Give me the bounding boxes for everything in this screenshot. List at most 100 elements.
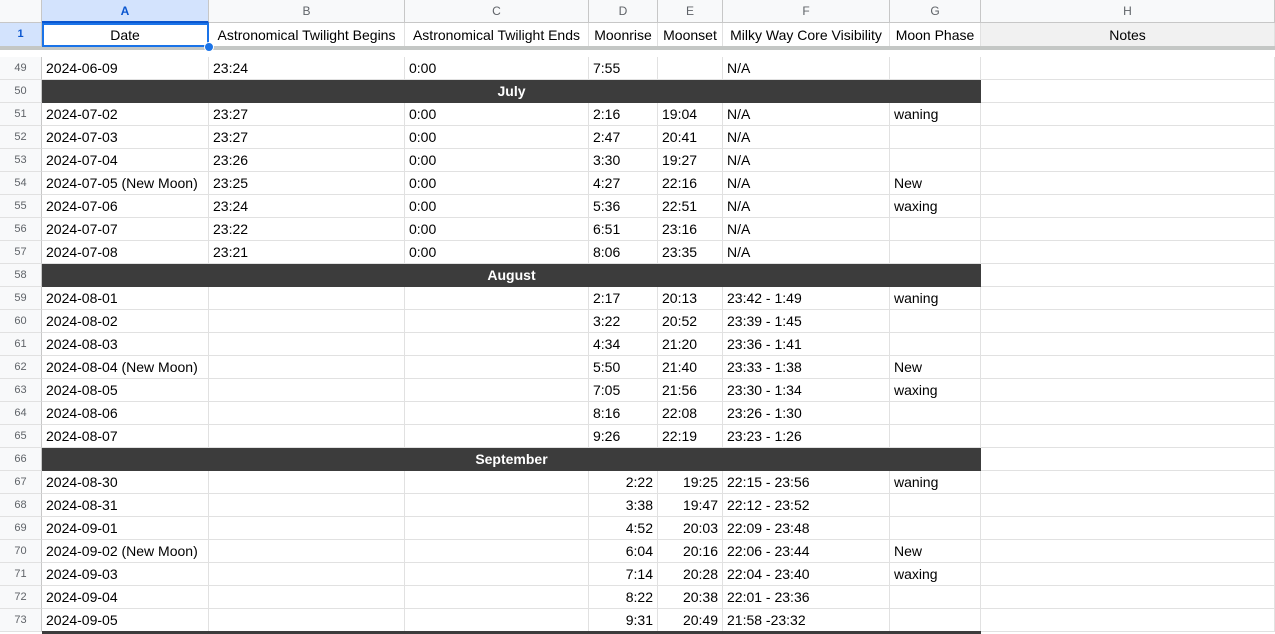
cell-e[interactable]: 20:13: [658, 287, 723, 310]
row-number[interactable]: 63: [0, 379, 42, 402]
row-number[interactable]: 58: [0, 264, 42, 287]
cell-h[interactable]: [981, 310, 1275, 333]
cell-a[interactable]: 2024-07-05 (New Moon): [42, 172, 209, 195]
cell-b[interactable]: [209, 494, 405, 517]
cell-c[interactable]: 0:00: [405, 103, 589, 126]
cell-f[interactable]: 23:36 - 1:41: [723, 333, 890, 356]
cell-h[interactable]: [981, 126, 1275, 149]
cell-b[interactable]: [209, 356, 405, 379]
row-number[interactable]: 62: [0, 356, 42, 379]
cell-b[interactable]: [209, 402, 405, 425]
cell-d[interactable]: 4:27: [589, 172, 658, 195]
cell-a[interactable]: 2024-06-09: [42, 57, 209, 80]
cell-c[interactable]: 0:00: [405, 241, 589, 264]
column-header-b[interactable]: B: [209, 0, 405, 23]
column-header-d[interactable]: D: [589, 0, 658, 23]
column-header-e[interactable]: E: [658, 0, 723, 23]
header-cell-c[interactable]: Astronomical Twilight Ends: [405, 23, 589, 47]
cell-b[interactable]: 23:25: [209, 172, 405, 195]
cell-b[interactable]: [209, 379, 405, 402]
cell-g[interactable]: waxing: [890, 195, 981, 218]
cell-h[interactable]: [981, 494, 1275, 517]
cell-e[interactable]: 23:35: [658, 241, 723, 264]
cell-e[interactable]: 20:38: [658, 586, 723, 609]
cell-a[interactable]: 2024-08-31: [42, 494, 209, 517]
cell-e[interactable]: 20:49: [658, 609, 723, 632]
cell-a[interactable]: 2024-08-30: [42, 471, 209, 494]
cell-h[interactable]: [981, 172, 1275, 195]
cell-d[interactable]: 7:55: [589, 57, 658, 80]
cell-d[interactable]: 5:50: [589, 356, 658, 379]
row-number[interactable]: 57: [0, 241, 42, 264]
cell-h[interactable]: [981, 402, 1275, 425]
cell-f[interactable]: N/A: [723, 149, 890, 172]
row-number[interactable]: 51: [0, 103, 42, 126]
cell-c[interactable]: [405, 609, 589, 632]
cell-a[interactable]: 2024-08-04 (New Moon): [42, 356, 209, 379]
cell-f[interactable]: 22:12 - 23:52: [723, 494, 890, 517]
cell-g[interactable]: [890, 425, 981, 448]
cell-b[interactable]: [209, 563, 405, 586]
cell-b[interactable]: [209, 540, 405, 563]
cell-e[interactable]: 20:41: [658, 126, 723, 149]
cell-e[interactable]: 22:16: [658, 172, 723, 195]
cell-h[interactable]: [981, 471, 1275, 494]
cell-d[interactable]: 8:16: [589, 402, 658, 425]
cell-f[interactable]: N/A: [723, 126, 890, 149]
cell-h[interactable]: [981, 425, 1275, 448]
cell-a[interactable]: 2024-08-06: [42, 402, 209, 425]
cell-f[interactable]: 22:04 - 23:40: [723, 563, 890, 586]
cell-b[interactable]: [209, 333, 405, 356]
cell-g[interactable]: [890, 218, 981, 241]
cell-b[interactable]: [209, 609, 405, 632]
row-number[interactable]: 53: [0, 149, 42, 172]
cell-c[interactable]: 0:00: [405, 218, 589, 241]
cell-b[interactable]: [209, 425, 405, 448]
cell-c[interactable]: [405, 356, 589, 379]
cell-e[interactable]: 21:56: [658, 379, 723, 402]
row-number[interactable]: 54: [0, 172, 42, 195]
cell-e[interactable]: 20:28: [658, 563, 723, 586]
column-header-g[interactable]: G: [890, 0, 981, 23]
header-cell-a[interactable]: Date: [42, 23, 209, 47]
cell-a[interactable]: 2024-07-03: [42, 126, 209, 149]
cell-a[interactable]: 2024-07-08: [42, 241, 209, 264]
cell-g[interactable]: [890, 126, 981, 149]
cell-b[interactable]: 23:22: [209, 218, 405, 241]
cell-e[interactable]: 20:03: [658, 517, 723, 540]
cell-h[interactable]: [981, 609, 1275, 632]
cell-b[interactable]: [209, 517, 405, 540]
cell-g[interactable]: waning: [890, 103, 981, 126]
cell-h[interactable]: [981, 563, 1275, 586]
row-number[interactable]: 61: [0, 333, 42, 356]
row-number[interactable]: 64: [0, 402, 42, 425]
cell-c[interactable]: [405, 517, 589, 540]
cell-c[interactable]: 0:00: [405, 172, 589, 195]
cell-d[interactable]: 8:22: [589, 586, 658, 609]
cell-d[interactable]: 8:06: [589, 241, 658, 264]
row-number[interactable]: 1: [0, 23, 42, 47]
cell-e[interactable]: 20:16: [658, 540, 723, 563]
cell-h[interactable]: [981, 218, 1275, 241]
cell-g[interactable]: [890, 402, 981, 425]
row-number[interactable]: 65: [0, 425, 42, 448]
cell-c[interactable]: [405, 494, 589, 517]
cell-e[interactable]: 21:20: [658, 333, 723, 356]
cell-e[interactable]: 19:27: [658, 149, 723, 172]
cell-c[interactable]: [405, 402, 589, 425]
cell-d[interactable]: 9:26: [589, 425, 658, 448]
row-number[interactable]: 71: [0, 563, 42, 586]
row-number[interactable]: 56: [0, 218, 42, 241]
row-number[interactable]: 72: [0, 586, 42, 609]
header-cell-f[interactable]: Milky Way Core Visibility: [723, 23, 890, 47]
cell-g[interactable]: [890, 494, 981, 517]
cell-d[interactable]: 9:31: [589, 609, 658, 632]
cell-f[interactable]: 22:06 - 23:44: [723, 540, 890, 563]
cell-a[interactable]: 2024-09-02 (New Moon): [42, 540, 209, 563]
cell-c[interactable]: [405, 471, 589, 494]
cell-a[interactable]: 2024-08-05: [42, 379, 209, 402]
cell-f[interactable]: 22:15 - 23:56: [723, 471, 890, 494]
cell-h[interactable]: [981, 517, 1275, 540]
cell-g[interactable]: [890, 149, 981, 172]
cell-h[interactable]: [981, 379, 1275, 402]
